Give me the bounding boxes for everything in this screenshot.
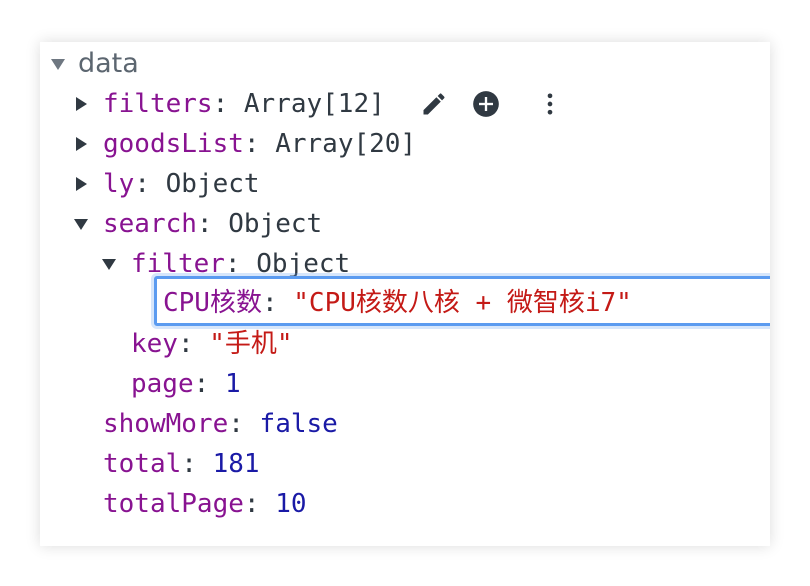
more-vertical-icon[interactable] xyxy=(536,90,564,118)
edit-value[interactable]: "CPU核数八核 + 微智核i7" xyxy=(293,288,632,318)
colon: : xyxy=(193,369,210,399)
property-key: search xyxy=(103,209,197,239)
colon: : xyxy=(243,129,260,159)
colon: : xyxy=(181,449,197,479)
colon: : xyxy=(261,288,278,318)
data-inspector-panel: data filters: Array[12] goodsList: Array… xyxy=(40,42,770,546)
collapse-arrow-icon[interactable] xyxy=(51,59,65,70)
property-value: "手机" xyxy=(209,329,293,359)
property-edit-input[interactable]: CPU核数: "CPU核数八核 + 微智核i7" xyxy=(154,276,770,326)
plus-circle-icon[interactable] xyxy=(472,90,500,118)
property-value: Object xyxy=(228,209,323,239)
property-key: filters xyxy=(103,89,213,119)
collapse-arrow-icon[interactable] xyxy=(74,219,88,230)
colon: : xyxy=(177,329,194,359)
property-key: total xyxy=(103,449,182,479)
property-value: Array[20] xyxy=(275,129,417,159)
collapse-arrow-icon[interactable] xyxy=(102,259,116,270)
property-value: 10 xyxy=(275,489,307,519)
expand-arrow-icon[interactable] xyxy=(76,137,87,151)
property-key: ly xyxy=(103,169,135,199)
colon: : xyxy=(243,489,260,519)
colon: : xyxy=(196,209,213,239)
edit-key[interactable]: CPU核数 xyxy=(163,288,262,318)
property-key: showMore xyxy=(103,409,229,439)
property-value: Object xyxy=(165,169,260,199)
property-key: totalPage xyxy=(103,489,244,519)
expand-arrow-icon[interactable] xyxy=(76,97,87,111)
property-key: page xyxy=(131,369,194,399)
pencil-icon[interactable] xyxy=(420,90,448,118)
property-key: goodsList xyxy=(103,129,244,159)
colon: : xyxy=(228,409,244,439)
root-label: data xyxy=(78,48,139,79)
property-key: filter xyxy=(131,249,225,279)
colon: : xyxy=(134,169,150,199)
property-value: 1 xyxy=(224,369,241,399)
colon: : xyxy=(224,249,241,279)
property-value: 181 xyxy=(212,449,260,479)
property-value: false xyxy=(259,409,338,439)
property-value: Array[12] xyxy=(243,89,385,119)
property-key: key xyxy=(131,329,178,359)
property-value: Object xyxy=(256,249,351,279)
expand-arrow-icon[interactable] xyxy=(76,177,87,191)
colon: : xyxy=(212,89,229,119)
